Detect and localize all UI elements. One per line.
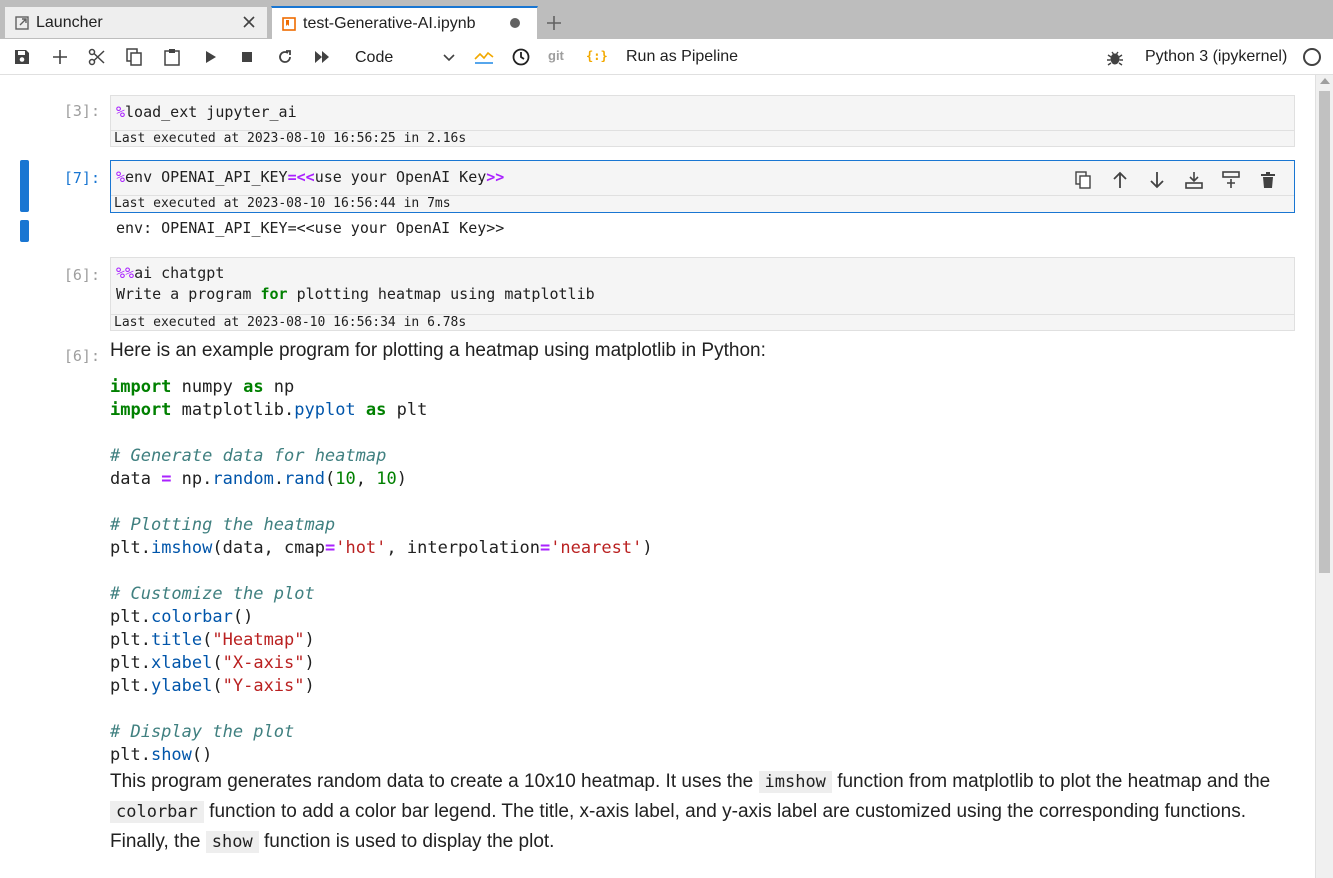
run-button[interactable] <box>199 46 223 68</box>
stop-button[interactable] <box>235 46 259 68</box>
cell-toolbar <box>1071 170 1280 190</box>
cell-output: env: OPENAI_API_KEY=<<use your OpenAI Ke… <box>116 219 505 237</box>
tab-launcher[interactable]: Launcher <box>4 6 268 39</box>
kernel-name[interactable]: Python 3 (ipykernel) <box>1145 48 1287 66</box>
launcher-icon <box>14 15 30 31</box>
play-icon <box>206 51 216 63</box>
cut-button[interactable] <box>85 46 109 68</box>
cell-code[interactable]: %load_ext jupyter_ai <box>111 102 1294 123</box>
move-down-button[interactable] <box>1145 170 1169 190</box>
execution-info: Last executed at 2023-08-10 16:56:25 in … <box>114 131 467 146</box>
insert-above-button[interactable] <box>1182 170 1206 190</box>
vertical-scrollbar[interactable] <box>1315 75 1333 878</box>
inline-code: show <box>205 831 259 853</box>
scrollbar-thumb[interactable] <box>1319 91 1330 573</box>
cell-prompt: [6]: <box>63 266 100 284</box>
delete-cell-button[interactable] <box>1256 170 1280 190</box>
move-up-button[interactable] <box>1108 170 1132 190</box>
fast-forward-icon <box>315 51 329 63</box>
save-icon <box>15 50 29 64</box>
tab-notebook[interactable]: test-Generative-AI.ipynb <box>271 6 538 40</box>
clock-icon <box>512 48 530 66</box>
trash-icon <box>1261 172 1275 188</box>
cell-prompt: [6]: <box>63 347 100 365</box>
unsaved-dot-icon[interactable] <box>507 15 523 31</box>
close-icon[interactable] <box>241 14 257 30</box>
pipeline-icon[interactable]: {:} <box>586 49 608 63</box>
kernel-status-idle-icon <box>1303 48 1321 66</box>
add-tab-button[interactable] <box>540 6 568 39</box>
plus-icon <box>547 15 561 30</box>
git-button[interactable]: git <box>548 48 564 63</box>
copy-icon <box>1075 171 1091 189</box>
output-collapser[interactable] <box>20 220 29 242</box>
output-intro: Here is an example program for plotting … <box>110 340 766 361</box>
bug-icon[interactable] <box>1106 49 1124 72</box>
cell-type-value: Code <box>355 49 394 66</box>
resource-usage-button[interactable] <box>472 46 496 68</box>
chart-line-icon <box>474 51 494 64</box>
copy-icon <box>126 48 142 66</box>
cell-code-line[interactable]: Write a program for plotting heatmap usi… <box>111 284 1294 305</box>
tab-label: Launcher <box>36 13 103 31</box>
markdown-output: Here is an example program for plotting … <box>110 340 1300 857</box>
clipboard-icon <box>164 49 180 66</box>
notebook-icon <box>281 16 297 32</box>
copy-button[interactable] <box>122 46 146 68</box>
arrow-down-icon <box>1150 172 1164 189</box>
execution-time-button[interactable] <box>509 46 533 68</box>
input-collapser[interactable] <box>20 160 29 212</box>
plus-icon <box>53 50 67 64</box>
refresh-icon <box>279 50 291 63</box>
stop-icon <box>242 52 252 62</box>
restart-run-all-button[interactable] <box>310 46 334 68</box>
inline-code: imshow <box>758 771 832 793</box>
save-button[interactable] <box>10 46 34 68</box>
chevron-down-icon <box>443 54 455 62</box>
tab-label: test-Generative-AI.ipynb <box>303 15 476 32</box>
notebook-toolbar: Code git {:} Run as Pipeline Python 3 (i… <box>0 39 1333 75</box>
code-cell-1[interactable]: %load_ext jupyter_ai Last executed at 20… <box>110 95 1295 147</box>
arrow-up-icon <box>1113 171 1127 188</box>
output-code-block: import numpy as np import matplotlib.pyp… <box>110 377 653 765</box>
insert-above-icon <box>1185 172 1203 189</box>
inline-code: colorbar <box>110 801 204 823</box>
paste-button[interactable] <box>160 46 184 68</box>
insert-below-button[interactable] <box>1219 170 1243 190</box>
run-as-pipeline-button[interactable]: Run as Pipeline <box>626 48 738 66</box>
execution-info: Last executed at 2023-08-10 16:56:34 in … <box>114 315 467 330</box>
output-description: This program generates random data to cr… <box>110 771 1271 853</box>
cell-prompt: [3]: <box>63 102 100 120</box>
tab-bar: Launcher test-Generative-AI.ipynb <box>0 0 1333 40</box>
execution-info: Last executed at 2023-08-10 16:56:44 in … <box>114 196 451 211</box>
scissors-icon <box>88 48 105 66</box>
notebook-panel: [3]: %load_ext jupyter_ai Last executed … <box>0 75 1315 878</box>
cell-type-select[interactable]: Code <box>355 48 455 68</box>
restart-button[interactable] <box>273 46 297 68</box>
insert-below-icon <box>1222 171 1240 188</box>
code-cell-2[interactable]: %env OPENAI_API_KEY=<<use your OpenAI Ke… <box>110 160 1295 213</box>
cell-prompt: [7]: <box>63 169 100 187</box>
duplicate-cell-button[interactable] <box>1071 170 1095 190</box>
insert-cell-button[interactable] <box>48 46 72 68</box>
scroll-up-arrow-icon[interactable] <box>1320 78 1330 84</box>
code-cell-3[interactable]: %%ai chatgpt Write a program for plottin… <box>110 257 1295 331</box>
cell-code-line[interactable]: %%ai chatgpt <box>111 263 1294 284</box>
